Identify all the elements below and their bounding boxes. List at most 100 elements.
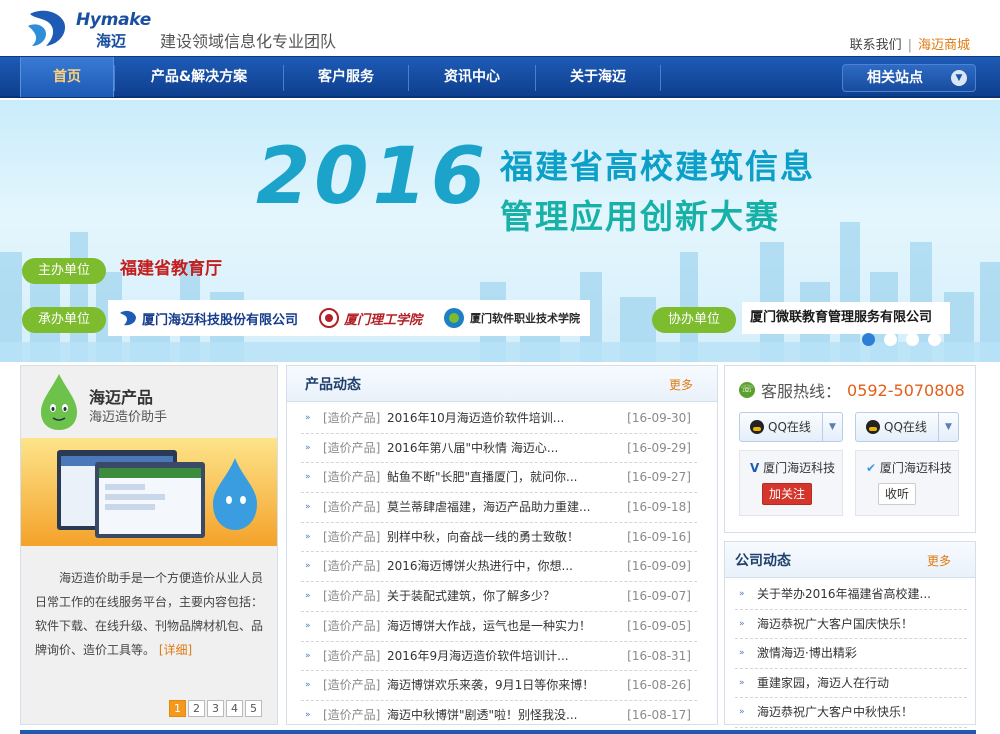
banner-title-line2: 管理应用创新大赛 — [500, 197, 780, 236]
slide-dot-2[interactable] — [884, 333, 897, 346]
news-list-item[interactable]: » [造价产品] 关于装配式建筑，你了解多少？ [16-09-07] — [301, 582, 697, 612]
product-screenshot-image[interactable] — [21, 438, 277, 546]
nav-item-about[interactable]: 关于海迈 — [536, 57, 660, 97]
news-list-item[interactable]: » [造价产品] 鲇鱼不断"长肥"直播厦门，就问你... [16-09-27] — [301, 463, 697, 494]
news-title[interactable]: 海迈博饼欢乐来袭，9月1日等你来博！ — [387, 671, 607, 700]
organizer-xmut: 厦门理工学院 — [308, 307, 432, 329]
organizer-hymake: 厦门海迈科技股份有限公司 — [108, 309, 308, 328]
qq-online-button-2[interactable]: QQ在线 ▼ — [855, 412, 959, 442]
double-arrow-icon: » — [305, 620, 311, 631]
double-arrow-icon: » — [739, 589, 745, 599]
slide-dot-3[interactable] — [906, 333, 919, 346]
product-news-more-link[interactable]: 更多 — [669, 376, 693, 393]
co-organizer-name: 厦门微联教育管理服务有限公司 — [742, 302, 950, 334]
host-name: 福建省教育厅 — [120, 259, 222, 279]
company-news-item[interactable]: » 海迈恭祝广大客户中秋快乐！ — [735, 698, 967, 728]
news-list-item[interactable]: » [造价产品] 2016年9月海迈造价软件培训计... [16-08-31] — [301, 642, 697, 672]
news-title[interactable]: 鲇鱼不断"长肥"直播厦门，就问你... — [387, 463, 607, 492]
double-arrow-icon: » — [739, 707, 745, 718]
company-news-title: 公司动态 — [735, 553, 791, 569]
product-news-list: » [造价产品] 2016年10月海迈造价软件培训... [16-09-30] » [造价… — [301, 404, 697, 731]
news-list-item[interactable]: » [造价产品] 海迈中秋博饼"剧透"啦！别怪我没... [16-08-17] — [301, 701, 697, 731]
organizer-logos: 厦门海迈科技股份有限公司 厦门理工学院 厦门软件职业技术学院 — [108, 300, 591, 336]
news-list-item[interactable]: » [造价产品] 别样中秋，向奋战一线的勇士致敬！ [16-09-16] — [301, 523, 697, 553]
pager-page-4[interactable]: 4 — [226, 700, 243, 717]
hotline-number[interactable]: 0592-5070808 — [847, 381, 965, 400]
organizer-xmist: 厦门软件职业技术学院 — [432, 306, 590, 330]
site-header: Hymake 海迈 建设领域信息化专业团队 联系我们 | 海迈商城 — [0, 0, 1000, 56]
company-news-item[interactable]: » 关于举办2016年福建省高校建... — [735, 580, 967, 610]
hero-banner[interactable]: 2016 福建省高校建筑信息 管理应用创新大赛 主办单位 福建省教育厅 承办单位… — [0, 100, 1000, 362]
news-title[interactable]: 2016年第八届"中秋情 海迈心... — [387, 434, 607, 463]
news-category: [造价产品] — [323, 470, 381, 485]
slide-dot-4[interactable] — [928, 333, 941, 346]
contact-link[interactable]: 联系我们 — [850, 38, 902, 53]
qq-online-button-1[interactable]: QQ在线 ▼ — [739, 412, 843, 442]
product-news-title: 产品动态 — [305, 377, 361, 393]
news-title[interactable]: 别样中秋，向奋战一线的勇士致敬！ — [387, 523, 607, 552]
slide-dot-1[interactable] — [862, 333, 875, 346]
company-news-title-text[interactable]: 海迈恭祝广大客户中秋快乐！ — [757, 705, 913, 719]
company-news-title-text[interactable]: 关于举办2016年福建省高校建... — [757, 587, 931, 601]
news-title[interactable]: 关于装配式建筑，你了解多少？ — [387, 582, 607, 611]
product-more-link[interactable]: [详细] — [159, 643, 192, 657]
weibo-listen-button[interactable]: 收听 — [878, 483, 917, 505]
news-title[interactable]: 海迈博饼大作战，运气也是一种实力！ — [387, 612, 607, 641]
nav-item-service[interactable]: 客户服务 — [284, 57, 408, 97]
company-news-title-text[interactable]: 海迈恭祝广大客户国庆快乐！ — [757, 617, 913, 631]
company-news-title-text[interactable]: 激情海迈·博出精彩 — [757, 646, 857, 660]
product-panel: 海迈产品 海迈造价助手 海迈造价助手是一个方便造价从业人员日常工作的在线服务平台… — [20, 365, 278, 725]
software-window-graphic — [57, 450, 257, 538]
xmist-logo-icon — [444, 308, 465, 328]
nav-item-home[interactable]: 首页 — [20, 57, 114, 97]
news-category: [造价产品] — [323, 589, 381, 604]
pager-page-5[interactable]: 5 — [245, 700, 262, 717]
news-title[interactable]: 2016年10月海迈造价软件培训... — [387, 404, 607, 433]
news-category: [造价产品] — [323, 559, 381, 574]
news-list-item[interactable]: » [造价产品] 2016年10月海迈造价软件培训... [16-09-30] — [301, 404, 697, 434]
news-list-item[interactable]: » [造价产品] 2016年第八届"中秋情 海迈心... [16-09-29] — [301, 434, 697, 464]
company-news-item[interactable]: » 激情海迈·博出精彩 — [735, 639, 967, 669]
news-date: [16-09-18] — [627, 500, 691, 515]
news-list-item[interactable]: » [造价产品] 海迈博饼大作战，运气也是一种实力！ [16-09-05] — [301, 612, 697, 642]
news-title[interactable]: 2016海迈博饼火热进行中，你想... — [387, 552, 607, 581]
related-sites-dropdown[interactable]: 相关站点 ▼ — [842, 64, 976, 92]
pager-page-2[interactable]: 2 — [188, 700, 205, 717]
double-arrow-icon: » — [305, 650, 311, 661]
news-title[interactable]: 莫兰蒂肆虐福建，海迈产品助力重建... — [387, 493, 607, 522]
nav-item-products[interactable]: 产品&解决方案 — [115, 57, 283, 97]
news-category: [造价产品] — [323, 707, 381, 722]
main-nav: 首页 产品&解决方案 客户服务 资讯中心 关于海迈 相关站点 ▼ — [0, 56, 1000, 98]
pager-page-1[interactable]: 1 — [169, 700, 186, 717]
company-news-item[interactable]: » 重建家园，海迈人在行动 — [735, 669, 967, 699]
company-news-item[interactable]: » 海迈恭祝广大客户国庆快乐！ — [735, 610, 967, 640]
news-date: [16-09-30] — [627, 411, 691, 425]
news-list-item[interactable]: » [造价产品] 2016海迈博饼火热进行中，你想... [16-09-09] — [301, 552, 697, 583]
top-links-separator: | — [907, 38, 912, 53]
top-links: 联系我们 | 海迈商城 — [850, 34, 970, 53]
news-date: [16-09-27] — [627, 470, 691, 485]
site-logo[interactable]: Hymake 海迈 — [24, 6, 156, 50]
double-arrow-icon: » — [305, 413, 311, 423]
news-category: [造价产品] — [323, 678, 381, 693]
nav-item-news[interactable]: 资讯中心 — [409, 57, 535, 97]
news-title[interactable]: 2016年9月海迈造价软件培训计... — [387, 642, 607, 671]
company-news-more-link[interactable]: 更多 — [927, 552, 951, 569]
news-category: [造价产品] — [323, 529, 381, 544]
news-list-item[interactable]: » [造价产品] 莫兰蒂肆虐福建，海迈产品助力重建... [16-09-18] — [301, 493, 697, 523]
weibo-follow-button[interactable]: 加关注 — [762, 483, 813, 505]
chevron-down-icon: ▼ — [951, 70, 967, 86]
chevron-down-icon: ▼ — [938, 413, 958, 441]
logo-text-en: Hymake — [76, 10, 151, 30]
weibo-v-icon: V — [750, 461, 760, 475]
news-title[interactable]: 海迈中秋博饼"剧透"啦！别怪我没... — [387, 701, 607, 730]
product-subtitle: 海迈造价助手 — [89, 410, 168, 425]
mall-link[interactable]: 海迈商城 — [918, 38, 970, 53]
news-list-item[interactable]: » [造价产品] 海迈博饼欢乐来袭，9月1日等你来博！ [16-08-26] — [301, 671, 697, 701]
site-slogan: 建设领域信息化专业团队 — [160, 32, 337, 51]
product-title: 海迈产品 — [89, 388, 154, 407]
pager-page-3[interactable]: 3 — [207, 700, 224, 717]
news-date: [16-09-29] — [627, 440, 691, 455]
news-date: [16-09-09] — [627, 559, 691, 574]
company-news-title-text[interactable]: 重建家园，海迈人在行动 — [757, 676, 889, 690]
